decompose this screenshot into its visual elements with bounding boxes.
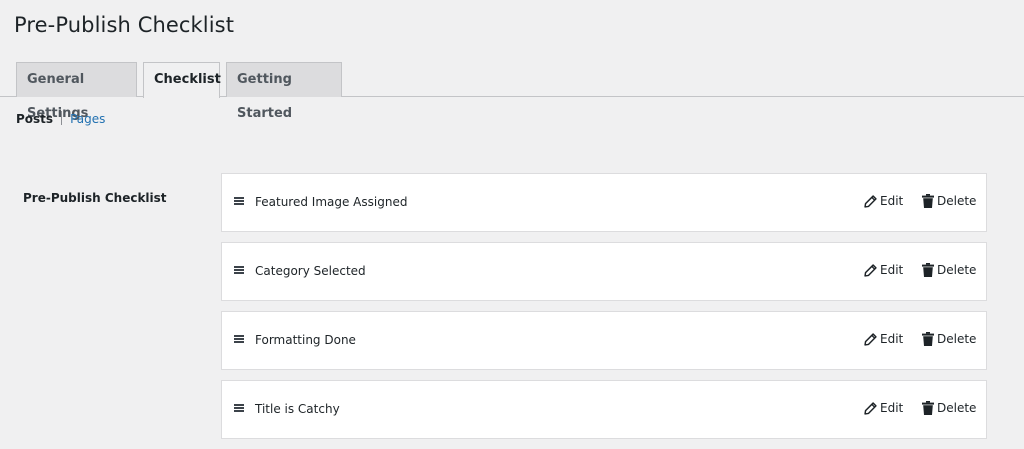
- delete-label: Delete: [937, 332, 977, 346]
- edit-label: Edit: [880, 263, 904, 277]
- trash-icon: [922, 332, 934, 346]
- tab-checklist[interactable]: Checklist: [143, 62, 221, 98]
- checklist-item-label: Formatting Done: [255, 333, 356, 347]
- section-label: Pre-Publish Checklist: [23, 191, 167, 205]
- checklist-items: Featured Image Assigned Edit Delete Cate…: [221, 173, 987, 449]
- pencil-icon: [864, 194, 877, 208]
- tab-bar: General Settings Checklist Getting Start…: [0, 62, 1024, 121]
- trash-icon: [922, 194, 934, 208]
- pencil-icon: [864, 263, 877, 277]
- edit-button[interactable]: Edit: [864, 332, 903, 346]
- tab-general-settings[interactable]: General Settings: [16, 62, 137, 121]
- tab-getting-started[interactable]: Getting Started: [226, 62, 342, 121]
- edit-button[interactable]: Edit: [864, 263, 903, 277]
- checklist-item-label: Title is Catchy: [255, 402, 340, 416]
- hamburger-icon[interactable]: [234, 266, 244, 274]
- hamburger-icon[interactable]: [234, 335, 244, 343]
- delete-button[interactable]: Delete: [922, 263, 976, 277]
- checklist-item: Featured Image Assigned Edit Delete: [221, 173, 987, 232]
- edit-label: Edit: [880, 401, 904, 415]
- trash-icon: [922, 401, 934, 415]
- page-title: Pre-Publish Checklist: [14, 13, 235, 37]
- delete-button[interactable]: Delete: [922, 401, 976, 415]
- sub-navigation: Posts Pages: [16, 110, 105, 128]
- checklist-item: Category Selected Edit Delete: [221, 242, 987, 301]
- trash-icon: [922, 263, 934, 277]
- pencil-icon: [864, 401, 877, 415]
- subnav-posts[interactable]: Posts: [16, 112, 53, 126]
- subnav-pages-link[interactable]: Pages: [70, 112, 105, 126]
- checklist-item-label: Category Selected: [255, 264, 366, 278]
- delete-label: Delete: [937, 263, 977, 277]
- checklist-item: Title is Catchy Edit Delete: [221, 380, 987, 439]
- hamburger-icon[interactable]: [234, 404, 244, 412]
- edit-button[interactable]: Edit: [864, 401, 903, 415]
- edit-button[interactable]: Edit: [864, 194, 903, 208]
- pencil-icon: [864, 332, 877, 346]
- delete-label: Delete: [937, 194, 977, 208]
- hamburger-icon[interactable]: [234, 197, 244, 205]
- edit-label: Edit: [880, 332, 904, 346]
- delete-label: Delete: [937, 401, 977, 415]
- delete-button[interactable]: Delete: [922, 194, 976, 208]
- subnav-divider: [61, 111, 63, 125]
- checklist-item-label: Featured Image Assigned: [255, 195, 408, 209]
- checklist-item: Formatting Done Edit Delete: [221, 311, 987, 370]
- edit-label: Edit: [880, 194, 904, 208]
- delete-button[interactable]: Delete: [922, 332, 976, 346]
